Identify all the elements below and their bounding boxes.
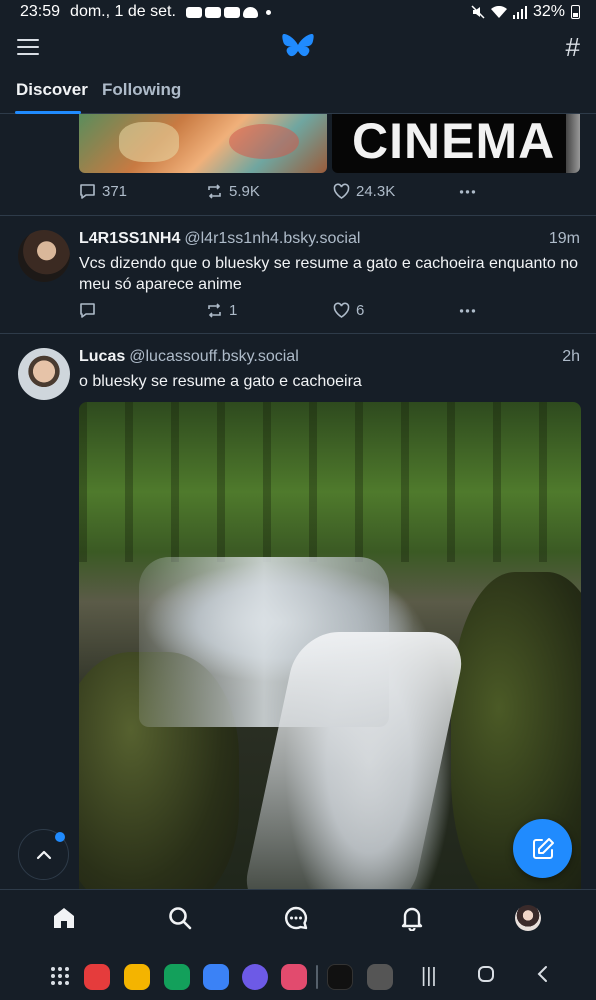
repost-icon xyxy=(208,184,221,199)
heart-icon xyxy=(333,302,350,318)
youtube-icon xyxy=(204,6,221,18)
battery-percent: 32% xyxy=(532,3,565,20)
post[interactable]: L4R1SS1NH4 @l4r1ss1nh4.bsky.social 19m Vc… xyxy=(0,230,596,332)
nav-chat[interactable] xyxy=(281,903,311,933)
notification-icons xyxy=(185,6,258,18)
post-divider xyxy=(0,215,596,216)
display-name[interactable]: L4R1SS1NH4 xyxy=(79,230,180,247)
recents-icon[interactable]: ||| xyxy=(421,965,437,988)
post-image-anime[interactable] xyxy=(79,114,327,173)
new-posts-badge xyxy=(55,832,65,842)
avatar[interactable] xyxy=(18,348,70,400)
like-count: 24.3K xyxy=(356,183,396,200)
reply-icon xyxy=(80,303,95,318)
app-drawer-icon[interactable] xyxy=(51,967,69,985)
post-time: 19m xyxy=(548,230,580,247)
folder-icon[interactable] xyxy=(124,964,150,990)
heart-icon xyxy=(333,183,350,199)
bell-icon xyxy=(401,907,423,931)
cloud-icon xyxy=(242,6,258,18)
more-notifications-dot-icon xyxy=(265,9,271,15)
post-text: o bluesky se resume a gato e cachoeira xyxy=(79,373,362,390)
like-button[interactable]: 6 xyxy=(333,302,364,319)
repost-count: 5.9K xyxy=(229,183,260,200)
status-bar: 23:59 dom., 1 de set. 32% xyxy=(0,0,596,24)
status-time: 23:59 xyxy=(20,3,61,20)
dock-separator xyxy=(316,965,318,989)
wifi-icon xyxy=(490,5,507,18)
post-time: 2h xyxy=(562,348,580,365)
top-nav: # xyxy=(0,24,596,72)
avatar[interactable] xyxy=(18,230,70,282)
bottom-nav xyxy=(0,889,596,945)
ellipsis-icon xyxy=(459,190,476,194)
post-header: Lucas @lucassouff.bsky.social 2h xyxy=(79,348,580,366)
camera-icon[interactable] xyxy=(281,964,307,990)
reply-count: 371 xyxy=(102,183,128,200)
post-actions: 1 6 xyxy=(79,302,499,322)
hamburger-icon[interactable] xyxy=(17,39,39,57)
display-name[interactable]: Lucas xyxy=(79,348,125,365)
more-options-button[interactable] xyxy=(459,302,476,319)
chat-icon xyxy=(284,906,308,930)
tab-following[interactable]: Following xyxy=(102,80,181,100)
status-date: dom., 1 de set. xyxy=(70,3,176,20)
reply-button[interactable] xyxy=(79,302,102,319)
post-header: L4R1SS1NH4 @l4r1ss1nh4.bsky.social 19m xyxy=(79,230,580,248)
nav-profile[interactable] xyxy=(513,903,543,933)
nav-notifications[interactable] xyxy=(397,903,427,933)
avatar xyxy=(515,905,541,931)
system-nav-bar: ||| xyxy=(0,945,596,1000)
repost-icon xyxy=(208,303,221,318)
feed-tabs: Discover Following xyxy=(0,72,596,114)
chevron-up-icon xyxy=(36,850,51,859)
handle[interactable]: @lucassouff.bsky.social xyxy=(129,348,299,365)
home-icon xyxy=(54,908,74,928)
post-text: Vcs dizendo que o bluesky se resume a ga… xyxy=(79,255,578,293)
internet-icon[interactable] xyxy=(242,964,268,990)
youtube-icon xyxy=(223,6,240,18)
repost-button[interactable]: 5.9K xyxy=(206,183,260,200)
nav-home[interactable] xyxy=(49,903,79,933)
reply-icon xyxy=(80,184,95,199)
tab-discover[interactable]: Discover xyxy=(16,80,88,100)
dock-app-icon[interactable] xyxy=(84,964,110,990)
cinema-image-text: CINEMA xyxy=(352,114,556,169)
feed[interactable]: CINEMA 371 5.9K 24.3K L4R1SS1NH4 @l4r1ss1… xyxy=(0,114,596,890)
mute-icon xyxy=(471,5,485,19)
compose-icon xyxy=(532,837,554,859)
hash-icon[interactable]: # xyxy=(566,32,580,63)
messages-icon[interactable] xyxy=(203,964,229,990)
like-count: 6 xyxy=(356,302,365,319)
phone-icon[interactable] xyxy=(164,964,190,990)
post-actions: 371 5.9K 24.3K xyxy=(79,183,499,203)
post-image-cinema[interactable]: CINEMA xyxy=(332,114,580,173)
repost-button[interactable]: 1 xyxy=(206,302,237,319)
post-image-waterfall[interactable] xyxy=(79,402,581,890)
scroll-to-top-button[interactable] xyxy=(18,829,69,880)
repost-count: 1 xyxy=(229,302,238,319)
tiktok-icon[interactable] xyxy=(327,964,353,990)
signal-icon xyxy=(512,5,527,19)
post-divider xyxy=(0,333,596,334)
search-icon xyxy=(169,907,192,930)
youtube-icon xyxy=(185,6,202,18)
ellipsis-icon xyxy=(459,309,476,313)
reply-button[interactable]: 371 xyxy=(79,183,127,200)
handle[interactable]: @l4r1ss1nh4.bsky.social xyxy=(184,230,360,247)
like-button[interactable]: 24.3K xyxy=(333,183,395,200)
more-options-button[interactable] xyxy=(459,183,476,200)
calculator-icon[interactable] xyxy=(367,964,393,990)
home-button-icon[interactable] xyxy=(477,965,495,989)
compose-button[interactable] xyxy=(513,819,572,878)
butterfly-logo-icon[interactable] xyxy=(282,32,314,62)
back-icon[interactable] xyxy=(536,965,548,989)
battery-icon xyxy=(571,5,580,19)
nav-search[interactable] xyxy=(165,903,195,933)
